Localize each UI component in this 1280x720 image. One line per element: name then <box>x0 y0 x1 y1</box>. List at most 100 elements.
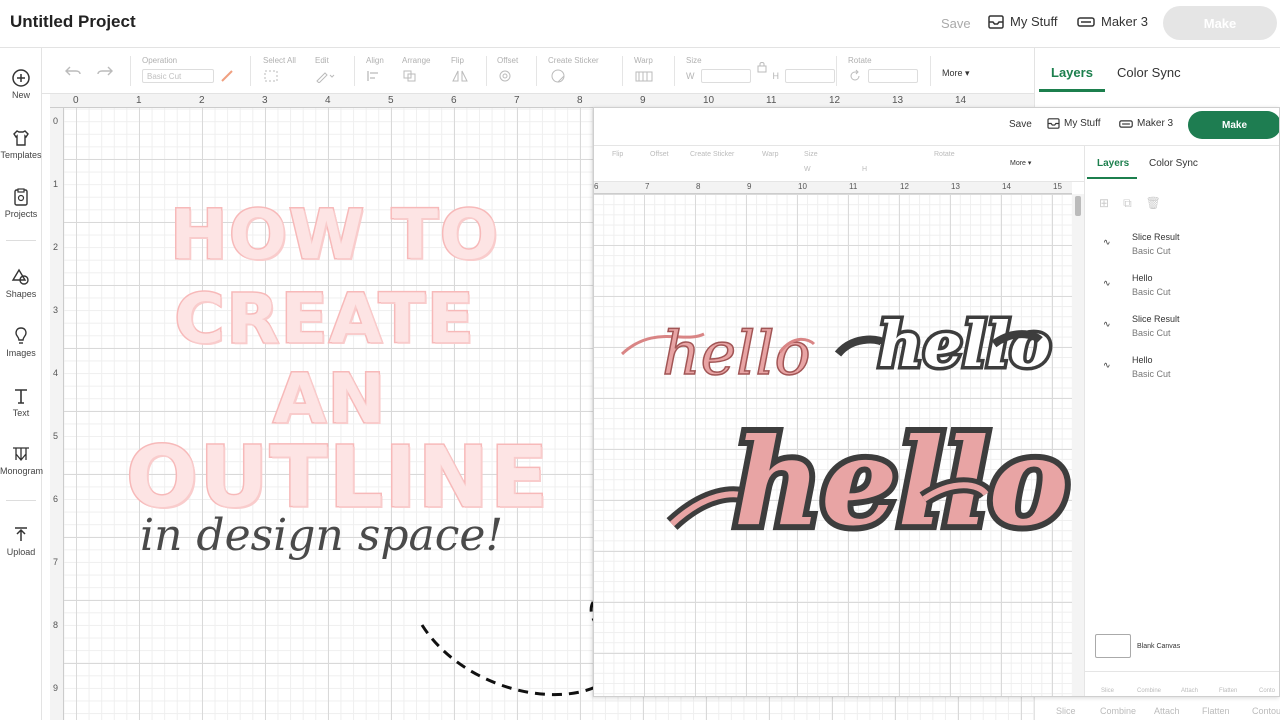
upload-icon <box>15 527 27 541</box>
inset-size: Size <box>804 151 818 158</box>
operation-select[interactable]: Basic Cut <box>142 69 214 83</box>
make-button[interactable]: Make <box>1163 6 1277 40</box>
inset-header: Save My Stuff Maker 3 Make <box>594 108 1279 146</box>
inset-scrollbar[interactable] <box>1072 194 1084 696</box>
edit-group[interactable]: Edit <box>315 56 337 83</box>
warp-label: Warp <box>634 56 653 65</box>
hello-artwork: hello hello hello <box>620 305 1075 559</box>
hello-pink-small: hello <box>620 318 816 390</box>
inset-machine-selector[interactable]: Maker 3 <box>1119 118 1173 129</box>
attach-button[interactable]: Attach <box>1154 706 1180 716</box>
combine-button[interactable]: Combine <box>1100 706 1136 716</box>
contour-button[interactable]: Contour <box>1252 706 1280 716</box>
hello-outline-small: hello <box>834 305 1054 385</box>
inset-warp[interactable]: Warp <box>762 151 778 158</box>
layer-item[interactable]: ∿ Hello Basic Cut <box>1103 273 1171 297</box>
ruler-tick-label: 0 <box>73 95 79 106</box>
nav-text[interactable]: Text <box>0 386 42 418</box>
inset-slice-button[interactable]: Slice <box>1101 688 1114 694</box>
duplicate-icon[interactable]: ⧉ <box>1123 196 1132 211</box>
inset-ruler-tick-label: 15 <box>1053 182 1062 191</box>
inset-offset[interactable]: Offset <box>650 151 669 158</box>
size-group: Size W H <box>686 56 835 83</box>
inset-tab-layers[interactable]: Layers <box>1097 158 1129 169</box>
machine-label: Maker 3 <box>1101 14 1148 29</box>
my-stuff-button[interactable]: My Stuff <box>988 14 1057 29</box>
hello-outline-text: hello <box>878 308 1051 381</box>
inset-contour-button[interactable]: Conto <box>1259 688 1275 694</box>
height-input[interactable] <box>785 69 835 83</box>
nav-monogram[interactable]: Monogram <box>0 444 43 476</box>
create-sticker-group[interactable]: Create Sticker <box>548 56 599 83</box>
project-title[interactable]: Untitled Project <box>10 12 136 32</box>
tab-color-sync[interactable]: Color Sync <box>1117 65 1181 80</box>
offset-group[interactable]: Offset <box>497 56 519 83</box>
machine-icon <box>1077 16 1095 27</box>
rotate-input[interactable] <box>868 69 918 83</box>
inset-make-button[interactable]: Make <box>1188 111 1279 139</box>
inset-more-menu[interactable]: More ▾ <box>1010 159 1031 167</box>
inset-flip[interactable]: Flip <box>612 151 623 158</box>
inset-ruler-tick-label: 11 <box>849 182 858 191</box>
machine-selector[interactable]: Maker 3 <box>1077 14 1148 29</box>
horizontal-ruler: 0 1 2 3 4 5 6 7 8 9 10 11 12 13 14 <box>50 94 1034 108</box>
width-input[interactable] <box>700 69 751 83</box>
slice-button[interactable]: Slice <box>1056 706 1076 716</box>
nav-shapes[interactable]: Shapes <box>0 267 42 299</box>
nav-templates[interactable]: Templates <box>0 128 42 160</box>
inset-canvas: hello hello hello <box>594 194 1075 696</box>
nav-projects[interactable]: Projects <box>0 187 42 219</box>
blank-canvas-item[interactable]: Blank Canvas <box>1095 634 1180 658</box>
ruler-tick-label: 13 <box>892 95 904 106</box>
offset-icon <box>499 70 511 82</box>
arrange-group[interactable]: Arrange <box>402 56 430 83</box>
redo-icon[interactable] <box>96 64 114 78</box>
nav-projects-label: Projects <box>4 209 38 219</box>
flatten-button[interactable]: Flatten <box>1202 706 1230 716</box>
inset-toolbar: Flip Offset Create Sticker Warp Size W H… <box>594 146 1084 182</box>
undo-icon[interactable] <box>64 64 82 78</box>
inset-save-button[interactable]: Save <box>1009 119 1032 130</box>
inset-create-sticker[interactable]: Create Sticker <box>690 151 734 158</box>
ruler-tick-label: 3 <box>53 305 59 315</box>
tab-layers[interactable]: Layers <box>1051 65 1093 80</box>
ruler-tick-label: 10 <box>703 95 715 106</box>
group-icon[interactable]: ⊞ <box>1099 196 1109 211</box>
ruler-tick-label: 2 <box>199 95 205 106</box>
height-label: H <box>772 71 780 81</box>
inset-my-stuff-button[interactable]: My Stuff <box>1047 118 1101 129</box>
monogram-icon <box>13 447 29 462</box>
inset-flatten-button[interactable]: Flatten <box>1219 688 1237 694</box>
inset-tab-color-sync[interactable]: Color Sync <box>1149 158 1198 169</box>
flip-group[interactable]: Flip <box>451 56 473 83</box>
warp-group[interactable]: Warp <box>634 56 660 83</box>
save-button[interactable]: Save <box>941 16 971 31</box>
inset-h: H <box>862 166 868 173</box>
select-all-group[interactable]: Select All <box>263 56 296 83</box>
pen-color-icon[interactable] <box>220 69 236 83</box>
inset-more-label: More <box>1010 160 1026 167</box>
inset-active-tab-indicator <box>1087 177 1137 179</box>
lock-icon[interactable] <box>757 61 767 73</box>
ruler-tick-label: 7 <box>53 557 59 567</box>
more-menu[interactable]: More ▾ <box>942 68 970 79</box>
scroll-thumb[interactable] <box>1075 196 1081 216</box>
header-bar: Untitled Project Save My Stuff Maker 3 M… <box>0 0 1280 48</box>
inset-attach-button[interactable]: Attach <box>1181 688 1198 694</box>
inset-horizontal-ruler: 6 7 8 9 10 11 12 13 14 15 <box>594 182 1072 194</box>
operation-label: Operation <box>142 56 178 65</box>
delete-icon[interactable]: 🗑 <box>1146 196 1161 211</box>
nav-new[interactable]: New <box>0 68 42 100</box>
ruler-tick-label: 12 <box>829 95 841 106</box>
nav-upload[interactable]: Upload <box>0 525 42 557</box>
align-group[interactable]: Align <box>366 56 388 83</box>
layer-item[interactable]: ∿ Slice Result Basic Cut <box>1103 232 1180 256</box>
layer-item[interactable]: ∿ Slice Result Basic Cut <box>1103 314 1180 338</box>
layer-item[interactable]: ∿ Hello Basic Cut <box>1103 355 1171 379</box>
inset-ruler-tick-label: 9 <box>747 182 752 191</box>
nav-images[interactable]: Images <box>0 326 42 358</box>
machine-icon <box>1119 119 1133 128</box>
offset-label: Offset <box>497 56 519 65</box>
inset-combine-button[interactable]: Combine <box>1137 688 1161 694</box>
inbox-icon <box>988 14 1004 29</box>
